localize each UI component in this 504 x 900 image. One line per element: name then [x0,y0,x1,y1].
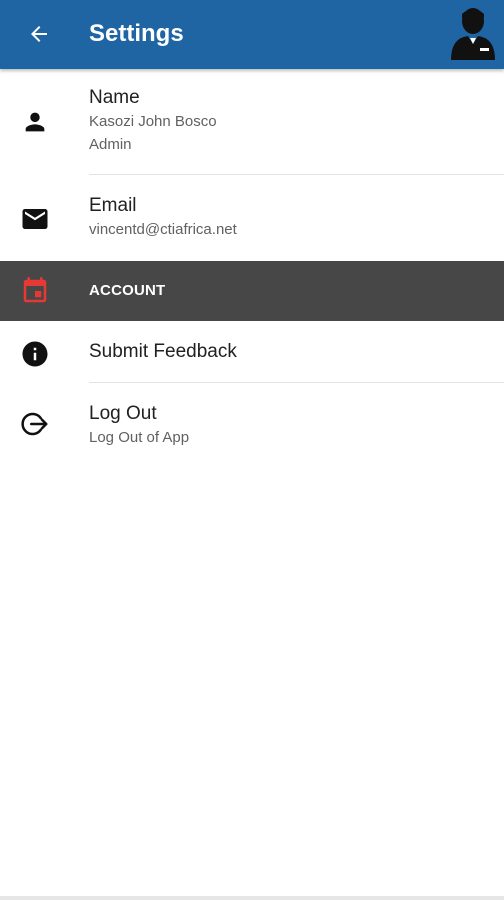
log-out-subtitle: Log Out of App [89,429,190,446]
name-row[interactable]: Name Kasozi John Bosco Admin [0,69,504,175]
user-avatar-icon[interactable] [448,4,498,60]
role-value: Admin [89,136,132,153]
name-value: Kasozi John Bosco [89,113,217,130]
logout-icon [18,407,52,441]
app-bar: Settings [0,0,504,69]
settings-list: Name Kasozi John Bosco Admin Email vince… [0,69,504,469]
log-out-row[interactable]: Log Out Log Out of App [0,383,504,469]
arrow-back-icon [31,26,47,42]
account-section-title: ACCOUNT [89,282,166,299]
email-row[interactable]: Email vincentd@ctiafrica.net [0,175,504,261]
bottom-divider [0,896,504,900]
person-icon [18,105,52,139]
account-section-header[interactable]: ACCOUNT [0,261,504,321]
submit-feedback-label: Submit Feedback [89,341,237,362]
calendar-icon [18,274,52,308]
email-label: Email [89,195,137,216]
mail-icon [18,202,52,236]
name-label: Name [89,87,140,108]
submit-feedback-row[interactable]: Submit Feedback [0,321,504,383]
log-out-label: Log Out [89,403,157,424]
page-title: Settings [89,20,184,47]
back-button[interactable] [22,17,56,51]
email-value: vincentd@ctiafrica.net [89,221,237,238]
info-icon [18,337,52,371]
